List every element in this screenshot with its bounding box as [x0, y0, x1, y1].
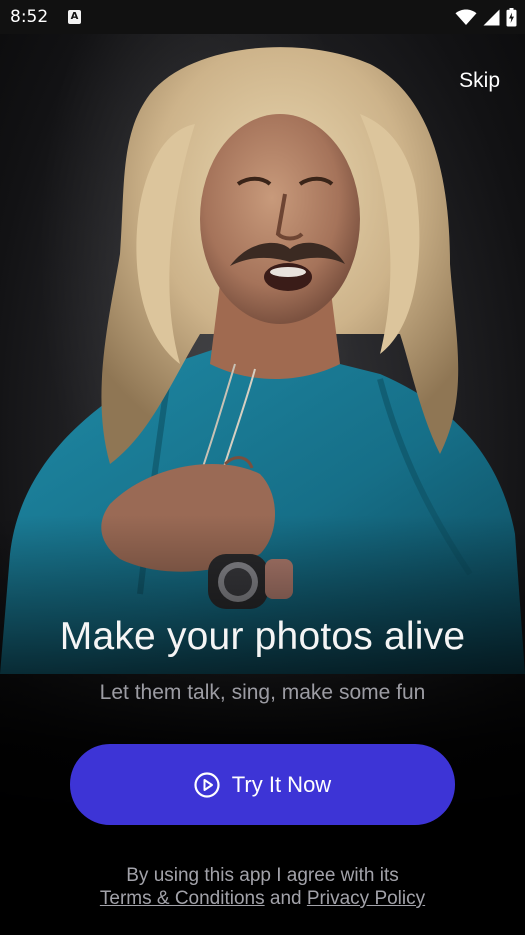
- page-title: Make your photos alive: [59, 615, 466, 658]
- cellular-signal-icon: [483, 9, 500, 25]
- legal-and-text: and: [269, 888, 302, 909]
- battery-icon: [506, 7, 517, 27]
- status-time: 8:52: [10, 7, 49, 27]
- wifi-icon: [455, 8, 477, 25]
- try-it-now-label: Try It Now: [231, 771, 332, 797]
- legal-line-1: By using this app I agree with its: [126, 865, 399, 886]
- skip-button[interactable]: Skip: [459, 69, 500, 93]
- try-it-now-button[interactable]: Try It Now: [70, 744, 455, 825]
- page-subtitle: Let them talk, sing, make some fun: [99, 681, 426, 704]
- terms-conditions-link[interactable]: Terms & Conditions: [100, 888, 265, 909]
- legal-line-2: Terms & Conditions and Privacy Policy: [0, 887, 525, 910]
- play-circle-icon: [194, 771, 220, 798]
- onboarding-screen: 8:52 A Skip Make your photos alive Let t…: [0, 0, 525, 935]
- app-notification-icon: A: [68, 10, 81, 24]
- legal-notice: By using this app I agree with its Terms…: [0, 864, 525, 910]
- status-bar: 8:52 A: [0, 0, 525, 34]
- privacy-policy-link[interactable]: Privacy Policy: [307, 888, 425, 909]
- status-indicators: [455, 7, 517, 27]
